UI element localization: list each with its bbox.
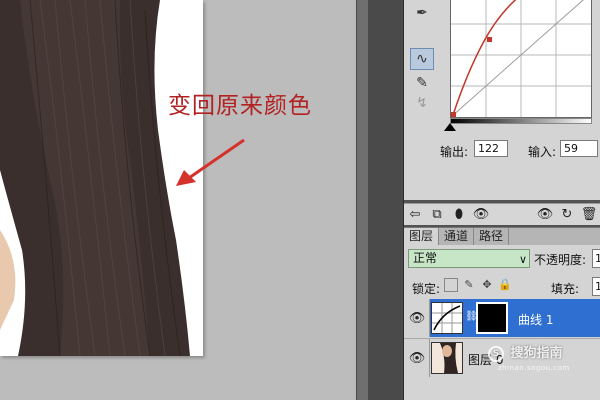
curve-tools: ✒ ∿ ✎ ↯ — [404, 0, 446, 120]
sogou-logo-icon: S — [488, 345, 504, 362]
panel-tabs: 图层 通道 路径 — [404, 228, 600, 245]
input-gradient-bar — [450, 118, 592, 124]
fill-field[interactable]: 10 — [592, 277, 600, 296]
watermark-text: 搜狗指南 — [510, 346, 563, 361]
adjustment-icon-bar: ⇦ ⧉ ⬮ 👁 👁 ↻ 🗑 — [404, 203, 600, 225]
back-arrow-icon[interactable]: ⇦ — [404, 206, 426, 224]
chevron-down-icon: ∨ — [518, 253, 527, 266]
eyedropper-white-icon[interactable]: ✒ — [410, 2, 434, 24]
curve-grid — [450, 0, 591, 118]
clip-layer-icon[interactable]: ⧉ — [426, 206, 448, 224]
fill-label: 填充: — [551, 282, 580, 296]
lock-pixels-brush-icon[interactable]: ✎ — [462, 278, 476, 292]
tab-channels[interactable]: 通道 — [439, 228, 475, 245]
curve-line[interactable] — [452, 0, 521, 116]
output-field[interactable]: 122 — [474, 140, 508, 157]
layer-row-curves[interactable]: 👁 ⛓ 曲线 1 — [404, 299, 600, 337]
lock-transparency-icon[interactable] — [444, 278, 458, 292]
curves-adjustment-icon — [432, 303, 462, 333]
right-panel: ✒ ∿ ✎ ↯ 输出: 122 输入: 59 ⇦ ⧉ ⬮ 👁 👁 ↻ 🗑 图层 … — [368, 0, 600, 400]
visibility-column: 👁 — [404, 339, 430, 377]
toggle-preview-icon[interactable]: 👁 — [534, 206, 556, 224]
opacity-label: 不透明度: — [534, 253, 587, 267]
curve-graph[interactable] — [450, 0, 592, 118]
visibility-eye-icon[interactable]: 👁 — [470, 206, 492, 224]
pencil-icon[interactable]: ✎ — [410, 72, 434, 94]
watermark: S 搜狗指南 — [488, 342, 563, 362]
layer-name[interactable]: 曲线 1 — [518, 311, 553, 328]
tab-paths[interactable]: 路径 — [474, 228, 510, 245]
eye-icon[interactable]: 👁 — [408, 350, 426, 366]
canvas-area[interactable]: 变回原来颜色 — [0, 0, 356, 400]
curve-control-point[interactable] — [487, 37, 492, 42]
layer-mask-thumbnail[interactable] — [476, 302, 508, 334]
curve-anchor-point[interactable] — [451, 112, 456, 117]
annotation-text: 变回原来颜色 — [168, 93, 312, 119]
layer-thumbnail[interactable] — [431, 342, 463, 374]
curves-dialog: ✒ ∿ ✎ ↯ — [404, 0, 600, 200]
smooth-icon[interactable]: ↯ — [410, 92, 434, 114]
curves-adjustment-thumbnail[interactable] — [431, 302, 463, 334]
eye-icon[interactable]: 👁 — [408, 310, 426, 326]
curve-point-icon[interactable]: ∿ — [410, 48, 434, 70]
annotation-arrow — [176, 138, 245, 186]
output-label: 输出: — [440, 145, 469, 159]
opacity-field[interactable]: 10 — [592, 249, 600, 268]
blend-mode-select[interactable]: 正常 ∨ — [408, 249, 530, 268]
lock-all-icon[interactable]: 🔒 — [498, 278, 512, 292]
mask-icon[interactable]: ⬮ — [448, 206, 470, 224]
input-label: 输入: — [528, 145, 557, 159]
tab-layers[interactable]: 图层 — [404, 228, 440, 245]
blend-mode-value: 正常 — [413, 251, 438, 265]
layers-panel: 图层 通道 路径 正常 ∨ 不透明度: 10 锁定: ✎ ✥ 🔒 填充: 10 … — [404, 227, 600, 400]
watermark-url: zhinan.sogou.com — [498, 364, 570, 372]
input-field[interactable]: 59 — [560, 140, 598, 157]
hair-thumbnail-image — [432, 343, 462, 373]
delete-icon[interactable]: 🗑 — [578, 206, 600, 224]
lock-label: 锁定: — [412, 282, 441, 296]
lock-position-move-icon[interactable]: ✥ — [480, 278, 494, 292]
visibility-column: 👁 — [404, 299, 430, 337]
panel-dock-strip — [368, 0, 404, 400]
canvas-scroll-strip[interactable] — [356, 0, 368, 400]
black-point-slider[interactable] — [444, 123, 456, 131]
reset-icon[interactable]: ↻ — [556, 206, 578, 224]
